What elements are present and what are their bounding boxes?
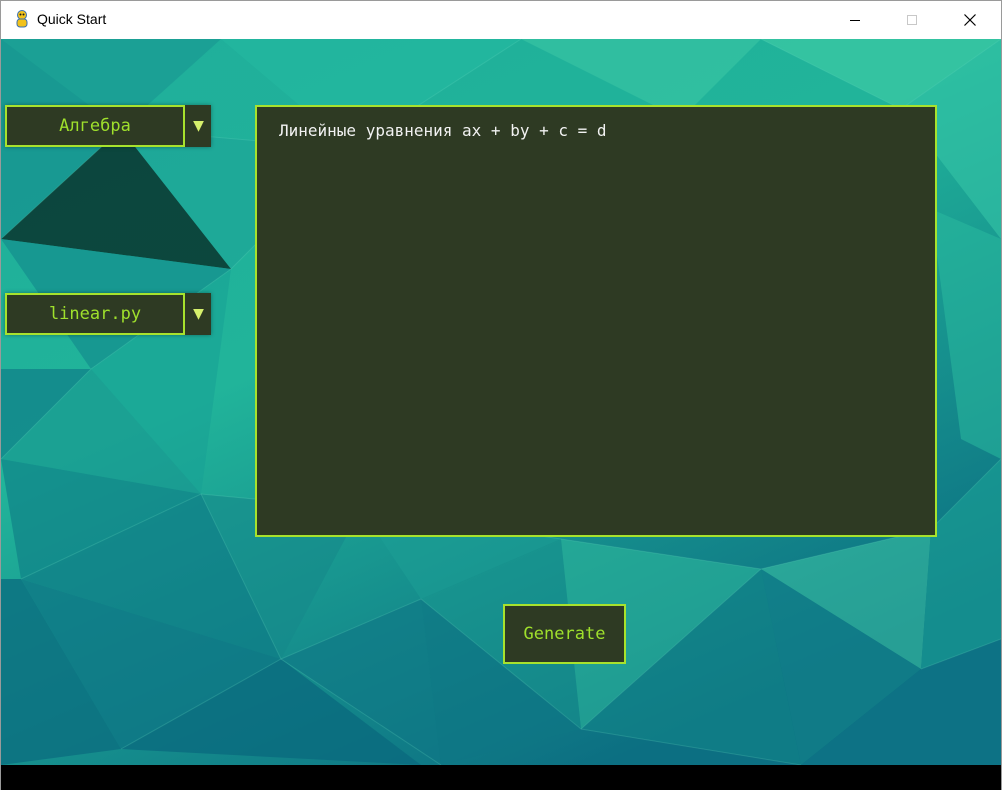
- close-button[interactable]: [947, 1, 993, 39]
- module-dropdown-value[interactable]: linear.py: [5, 293, 185, 335]
- minimize-icon: [850, 20, 860, 21]
- subject-dropdown[interactable]: Алгебра ▼: [5, 105, 211, 147]
- minimize-button[interactable]: [832, 1, 878, 39]
- generate-button[interactable]: Generate: [503, 604, 626, 664]
- pygame-snake-icon: [16, 10, 28, 28]
- chevron-down-icon[interactable]: ▼: [186, 293, 211, 335]
- module-dropdown[interactable]: linear.py ▼: [5, 293, 211, 335]
- title-bar[interactable]: Quick Start: [1, 1, 1001, 39]
- bottom-black-strip: [1, 765, 1001, 790]
- output-text-panel[interactable]: Линейные уравнения ax + by + c = d: [255, 105, 937, 537]
- app-canvas: Алгебра ▼ linear.py ▼ Линейные уравнения…: [1, 39, 1001, 765]
- chevron-down-icon[interactable]: ▼: [186, 105, 211, 147]
- window-title: Quick Start: [37, 11, 107, 27]
- close-icon: [964, 14, 976, 26]
- app-window: Quick Start Алгебра ▼ linear.py ▼ Линейн…: [0, 0, 1002, 790]
- maximize-button[interactable]: [889, 1, 935, 39]
- output-text: Линейные уравнения ax + by + c = d: [279, 121, 607, 140]
- subject-dropdown-value[interactable]: Алгебра: [5, 105, 185, 147]
- maximize-icon: [907, 15, 917, 25]
